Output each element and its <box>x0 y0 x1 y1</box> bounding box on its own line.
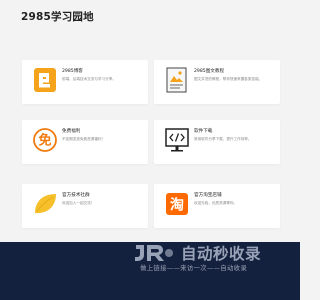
watermark-subtitle: 做上链接——来访一次——自动收录 <box>140 264 248 272</box>
card-description: 欢迎光临，优质资源等你。 <box>194 201 238 205</box>
card-title: 官方技术社群 <box>62 193 90 198</box>
card-tutorial[interactable]: 2985图文教程 图文并茂的教程，帮你快速掌握各类技能。 <box>154 60 280 104</box>
free-badge-icon: 免 <box>30 125 60 155</box>
tutorial-document-icon <box>162 65 192 95</box>
card-description: 图文并茂的教程，帮你快速掌握各类技能。 <box>194 77 263 81</box>
svg-text:淘: 淘 <box>170 197 184 214</box>
taobao-icon: 淘 <box>162 189 192 219</box>
watermark-title: 自动秒收录 <box>181 245 262 263</box>
blog-b-icon <box>30 65 60 95</box>
card-title: 2985图文教程 <box>194 69 225 74</box>
card-title: 免费福利 <box>62 129 81 134</box>
card-title: 官方淘宝店铺 <box>194 193 222 198</box>
card-blog[interactable]: 2985博客 前端、后端技术交流与学习分享。 <box>22 60 148 104</box>
watermark: 自动秒收录 做上链接——来访一次——自动收录 <box>133 241 293 277</box>
card-description: 不定期发放免费资源福利！ <box>62 137 106 141</box>
leaf-icon <box>30 189 60 219</box>
code-monitor-icon <box>162 125 192 155</box>
svg-text:免: 免 <box>38 133 51 149</box>
card-taobao-store[interactable]: 淘 官方淘宝店铺 欢迎光临，优质资源等你。 <box>154 184 280 228</box>
card-tech-community[interactable]: 官方技术社群 欢迎加入一起交流！ <box>22 184 148 228</box>
card-description: 欢迎加入一起交流！ <box>62 201 95 205</box>
card-free-benefits[interactable]: 免 免费福利 不定期发放免费资源福利！ <box>22 120 148 164</box>
site-title: 2985学习园地 <box>21 11 94 23</box>
watermark-logo-icon <box>133 241 175 263</box>
card-title: 软件下载 <box>194 129 213 134</box>
card-title: 2985博客 <box>62 69 83 74</box>
card-software-download[interactable]: 软件下载 常用软件分享下载，提升工作效率。 <box>154 120 280 164</box>
card-description: 前端、后端技术交流与学习分享。 <box>62 77 116 81</box>
card-description: 常用软件分享下载，提升工作效率。 <box>194 137 252 141</box>
